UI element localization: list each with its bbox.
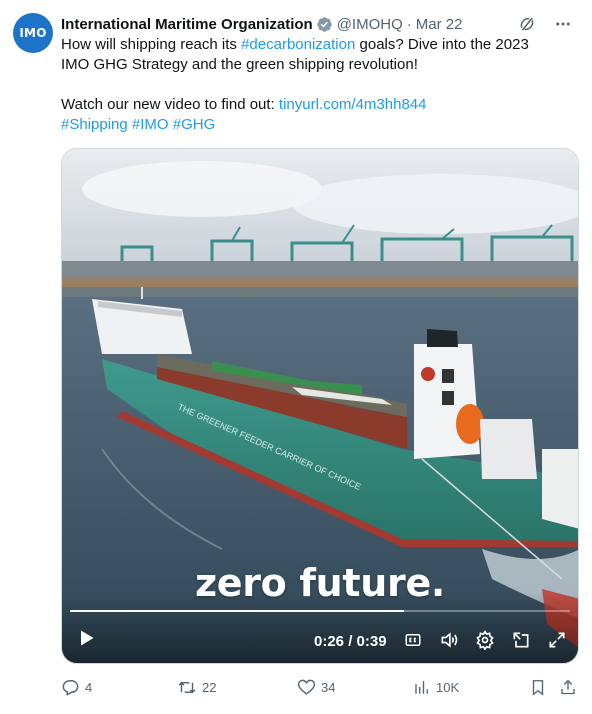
- popout-icon[interactable]: [510, 629, 532, 651]
- like-button[interactable]: 34: [297, 678, 335, 697]
- avatar-logo-text: IMO: [19, 26, 47, 40]
- tweet-line-4: Watch our new video to find out: tinyurl…: [61, 95, 571, 115]
- tweet-text: How will shipping reach its #decarboniza…: [61, 35, 571, 135]
- text-segment: goals? Dive into the 2023: [355, 36, 529, 53]
- separator-dot: ·: [406, 15, 412, 33]
- hashtag-imo[interactable]: #IMO: [132, 116, 169, 133]
- more-icon[interactable]: [552, 13, 574, 35]
- grok-icon[interactable]: [516, 13, 538, 35]
- tweet-line-5: #Shipping #IMO #GHG: [61, 115, 571, 135]
- video-time: 0:26 / 0:39: [314, 633, 387, 650]
- bookmark-button[interactable]: [529, 678, 547, 697]
- repost-button[interactable]: 22: [177, 678, 216, 697]
- reply-icon: [62, 680, 79, 696]
- tweet-header: International Maritime Organization @IMO…: [61, 14, 578, 34]
- volume-icon[interactable]: [438, 629, 460, 651]
- avatar[interactable]: IMO: [13, 13, 53, 53]
- video-link[interactable]: tinyurl.com/4m3hh844: [279, 96, 427, 113]
- play-icon[interactable]: [76, 628, 96, 648]
- views-count: 10K: [436, 679, 460, 695]
- hashtag-shipping[interactable]: #Shipping: [61, 116, 128, 133]
- heart-icon: [297, 679, 316, 695]
- tweet-actions: 4 22 34 10K: [61, 678, 581, 700]
- bookmark-icon: [532, 680, 544, 696]
- views-icon: [415, 681, 428, 694]
- tweet-line-2: IMO GHG Strategy and the green shipping …: [61, 56, 418, 73]
- text-segment: How will shipping reach its: [61, 36, 242, 53]
- views-button[interactable]: 10K: [413, 678, 459, 696]
- verified-badge-icon: [316, 16, 333, 33]
- reply-button[interactable]: 4: [61, 678, 92, 697]
- closed-captions-icon[interactable]: [402, 629, 424, 651]
- fullscreen-icon[interactable]: [546, 629, 568, 651]
- progress-fill: [70, 610, 404, 612]
- share-button[interactable]: [559, 678, 577, 697]
- repost-icon: [178, 681, 196, 694]
- tweet[interactable]: IMO International Maritime Organization …: [0, 0, 592, 714]
- video-player[interactable]: THE GREENER FEEDER CARRIER OF CHOICE zer…: [61, 148, 579, 664]
- like-count: 34: [321, 680, 336, 695]
- text-segment: Watch our new video to find out:: [61, 96, 279, 113]
- video-controls: 0:26 / 0:39: [62, 593, 578, 663]
- progress-bar[interactable]: [70, 610, 570, 612]
- tweet-line-1: How will shipping reach its #decarboniza…: [61, 35, 571, 55]
- reply-count: 4: [85, 680, 93, 695]
- tweet-date[interactable]: Mar 22: [416, 16, 463, 33]
- share-icon: [561, 679, 575, 695]
- hashtag-decarbonization[interactable]: #decarbonization: [241, 36, 355, 53]
- repost-count: 22: [202, 680, 217, 695]
- hashtag-ghg[interactable]: #GHG: [173, 116, 216, 133]
- author-handle[interactable]: @IMOHQ: [337, 16, 403, 33]
- author-name[interactable]: International Maritime Organization: [61, 16, 313, 33]
- gear-icon[interactable]: [474, 629, 496, 651]
